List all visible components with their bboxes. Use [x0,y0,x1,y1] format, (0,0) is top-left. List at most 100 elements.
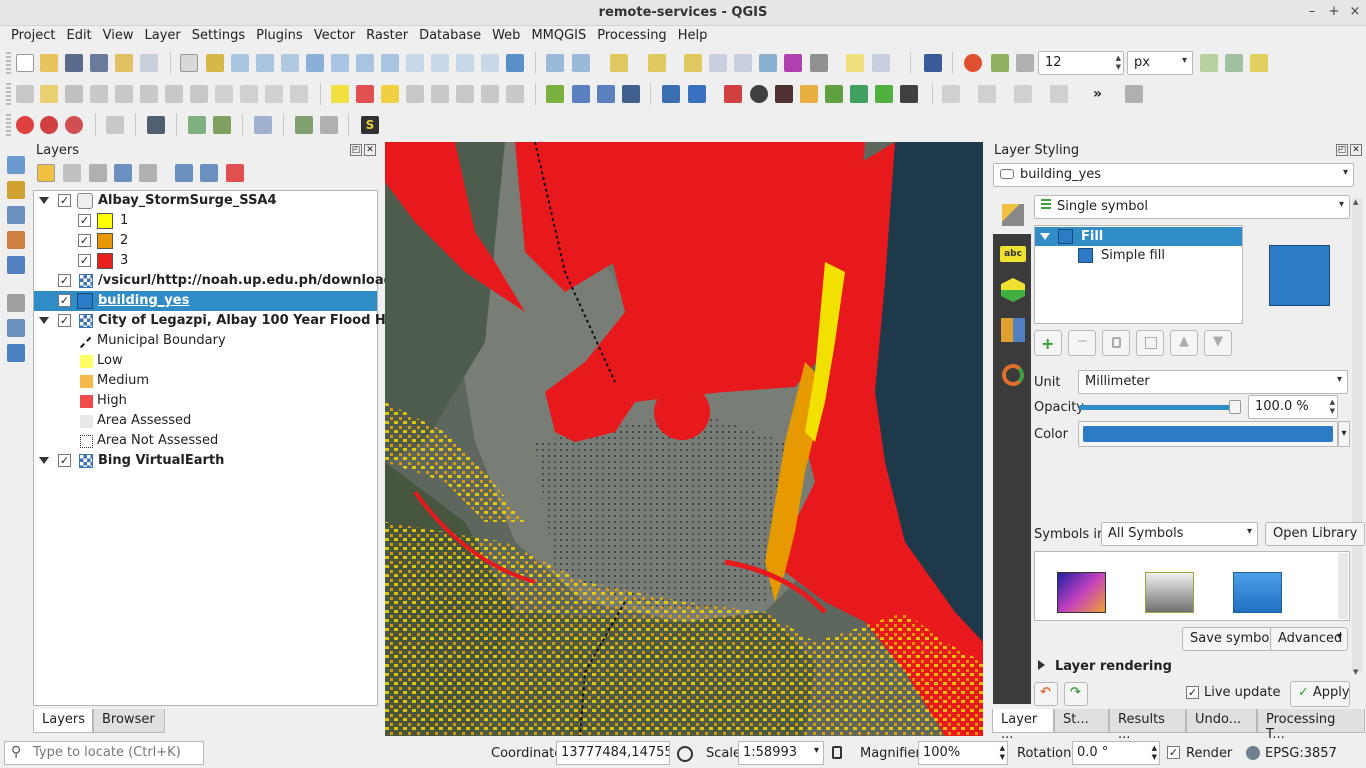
move-up-button[interactable]: ▲ [1170,330,1198,356]
map-canvas[interactable] [385,142,983,736]
gallery-scrollbar[interactable] [1338,553,1348,619]
add-postgis-icon[interactable] [7,231,25,249]
add-vector-layer-icon[interactable] [7,181,25,199]
chevron-more-icon[interactable]: » [1093,85,1111,103]
add-wms-icon[interactable] [7,319,25,337]
scale-combo[interactable]: 1:58993 ▾ [738,741,824,765]
new-map-view-icon[interactable] [456,54,474,72]
deselect-icon[interactable] [684,54,702,72]
menu-project[interactable]: Project [6,26,60,46]
zoom-last-icon[interactable] [406,54,424,72]
close-panel-icon[interactable]: ✕ [364,144,376,156]
layer-checkbox[interactable]: ✓ [58,454,71,467]
maximize-button[interactable]: + [1325,3,1343,21]
close-button[interactable]: × [1346,3,1364,21]
layer-selector-combo[interactable]: building_yes ▾ [993,163,1354,187]
save-as-icon[interactable] [90,54,108,72]
geometry-checker-icon[interactable] [572,85,590,103]
symbology-tab[interactable] [993,198,1031,234]
new-print-layout-icon[interactable] [115,54,133,72]
zoom-full-icon[interactable] [306,54,324,72]
menu-database[interactable]: Database [414,26,486,46]
advanced-button[interactable]: Advanced ▾ [1270,627,1348,651]
menu-web[interactable]: Web [487,26,525,46]
float-panel-icon[interactable]: ◰ [350,144,362,156]
legend-item-1[interactable]: ✓ 1 [34,211,377,231]
move-label-icon[interactable] [406,85,424,103]
layer-row-albay-stormsurge[interactable]: ✓ Albay_StormSurge_SSA4 [34,191,377,211]
snapping-type-icon[interactable] [991,54,1009,72]
open-layer-styling-icon[interactable] [37,164,55,182]
clock-icon[interactable] [750,85,768,103]
lock-scale-icon[interactable] [832,746,842,759]
save-symbol-button[interactable]: Save symbol [1182,627,1281,651]
paste-features-icon[interactable] [240,85,258,103]
pan-to-selection-icon[interactable] [206,54,224,72]
layer-checkbox[interactable]: ✓ [58,314,71,327]
menu-plugins[interactable]: Plugins [251,26,308,46]
georeferencer-icon[interactable] [546,85,564,103]
toolbar-handle[interactable] [6,114,11,136]
add-symbol-layer-button[interactable]: + [1034,330,1062,356]
gps-tracker-icon[interactable] [40,116,58,134]
locator-search-input[interactable]: ⚲ Type to locate (Ctrl+K) [4,741,204,765]
show-hide-labels-icon[interactable] [481,85,499,103]
legend-checkbox[interactable]: ✓ [78,234,91,247]
rectangle-tool-icon[interactable] [1050,85,1068,103]
zoom-rubberband-icon[interactable] [281,54,299,72]
vertex-editor-icon[interactable] [724,85,742,103]
bookmark-icon[interactable] [481,54,499,72]
toggle-editing-pencil-icon[interactable] [40,85,58,103]
attribute-table-icon[interactable] [709,54,727,72]
undo-style-button[interactable]: ↶ [1034,682,1058,706]
add-raster-layer-icon[interactable] [7,206,25,224]
modify-attributes-icon[interactable] [140,85,158,103]
color-menu-chevron-icon[interactable]: ▾ [1338,421,1350,447]
toolbar-handle[interactable] [6,52,11,74]
tab-layers[interactable]: Layers [33,709,93,733]
tab-browser[interactable]: Browser [93,709,165,733]
apply-button[interactable]: ✓ Apply [1290,681,1350,707]
toolbox-gear-icon[interactable] [759,54,777,72]
advanced-digitize-icon[interactable] [1125,85,1143,103]
binoculars-icon[interactable] [900,85,918,103]
osm-icon[interactable] [147,116,165,134]
vertex-tool-icon[interactable] [115,85,133,103]
scroll-up-icon[interactable]: ▲ [1353,198,1358,206]
legend-item-3[interactable]: ✓ 3 [34,251,377,271]
help-icon[interactable] [924,54,942,72]
diagrams-icon[interactable] [1001,318,1025,342]
tab-undo[interactable]: Undo... [1186,709,1257,733]
remove-symbol-layer-button[interactable]: − [1068,330,1096,356]
menu-settings[interactable]: Settings [187,26,250,46]
collapse-triangle-icon[interactable] [39,317,49,324]
save-edits-icon[interactable] [65,85,83,103]
layer-row-vsicurl[interactable]: ✓ /vsicurl/http://noah.up.edu.ph/downloa… [34,271,429,291]
add-group-icon[interactable] [63,164,81,182]
delete-selected-icon[interactable] [165,85,183,103]
intersection-icon[interactable] [1225,54,1243,72]
spin-arrows-icon[interactable]: ▲ ▼ [1152,744,1157,762]
gray-symbol-tile[interactable] [1145,572,1194,613]
place-marker-icon[interactable] [16,116,34,134]
menu-vector[interactable]: Vector [309,26,360,46]
tracing-icon[interactable] [1250,54,1268,72]
measure-icon[interactable] [810,54,828,72]
tree-row-fill[interactable]: Fill [1035,227,1242,246]
render-checkbox[interactable]: ✓ [1167,746,1180,759]
float-panel-icon[interactable]: ◰ [1336,144,1348,156]
zoom-selection-icon[interactable] [331,54,349,72]
zoom-out-icon[interactable] [256,54,274,72]
menu-layer[interactable]: Layer [140,26,186,46]
select-by-value-icon[interactable] [648,54,666,72]
layer-icon[interactable] [825,85,843,103]
menu-processing[interactable]: Processing [592,26,671,46]
zoom-next-icon[interactable] [431,54,449,72]
move-down-button[interactable]: ▼ [1204,330,1232,356]
statistics-sum-icon[interactable] [784,54,802,72]
menu-mmqgis[interactable]: MMQGIS [526,26,591,46]
opacity-slider-handle[interactable] [1229,400,1241,414]
snap-tolerance-spinbox[interactable]: 12 ▲ ▼ [1038,51,1124,75]
zoom-layer-icon[interactable] [356,54,374,72]
crs-button[interactable]: EPSG:3857 [1265,746,1337,761]
